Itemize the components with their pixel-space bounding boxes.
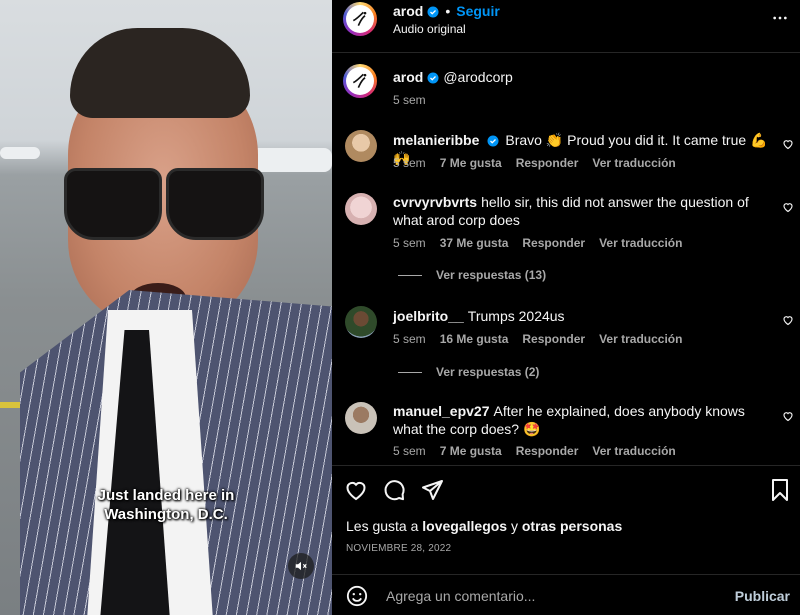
- bookmark-icon: [772, 479, 788, 501]
- comment-bubble-icon: [384, 480, 405, 501]
- post-actions: [344, 478, 444, 502]
- liked-by-others[interactable]: otras personas: [522, 518, 622, 534]
- comment-likes[interactable]: 37 Me gusta: [440, 236, 509, 250]
- reply-button[interactable]: Responder: [522, 332, 585, 346]
- comment-time: 5 sem: [393, 332, 426, 346]
- comment-time: 5 sem: [393, 156, 426, 170]
- header-divider: [332, 52, 800, 53]
- reply-button[interactable]: Responder: [516, 444, 579, 458]
- send-icon: [422, 480, 443, 500]
- more-options-button[interactable]: [772, 10, 788, 26]
- commenter-avatar[interactable]: [345, 402, 377, 434]
- comment-likes[interactable]: 7 Me gusta: [440, 156, 502, 170]
- view-replies-button[interactable]: Ver respuestas (2): [398, 365, 539, 379]
- commenter-avatar[interactable]: [345, 130, 377, 162]
- audio-label[interactable]: Audio original: [393, 22, 466, 36]
- liked-by-user[interactable]: lovegallegos: [422, 518, 507, 534]
- translate-button[interactable]: Ver traducción: [599, 332, 682, 346]
- reply-button[interactable]: Responder: [516, 156, 579, 170]
- follow-button[interactable]: Seguir: [456, 3, 500, 19]
- emoji-icon: [346, 585, 368, 607]
- heart-icon: [783, 412, 793, 422]
- publish-button[interactable]: Publicar: [735, 588, 790, 604]
- comment-username[interactable]: manuel_epv27: [393, 403, 490, 419]
- post-date: NOVIEMBRE 28, 2022: [346, 543, 452, 554]
- comment-meta: 5 sem 37 Me gusta Responder Ver traducción: [393, 236, 696, 250]
- mute-button[interactable]: [288, 553, 314, 579]
- comment-button[interactable]: [382, 478, 406, 502]
- airplane-left: [0, 147, 40, 159]
- reply-button[interactable]: Responder: [522, 236, 585, 250]
- verified-badge-icon: [427, 72, 439, 84]
- heart-icon: [346, 482, 366, 501]
- commenter-avatar[interactable]: [345, 193, 377, 225]
- comment-text: Trumps 2024us: [467, 308, 565, 324]
- like-comment-button[interactable]: [782, 410, 794, 422]
- header-user: arod • Seguir: [393, 3, 500, 19]
- comment-time: 5 sem: [393, 444, 426, 458]
- post-timestamp: 5 sem: [393, 93, 426, 107]
- header-username[interactable]: arod: [393, 3, 423, 19]
- like-comment-button[interactable]: [782, 314, 794, 326]
- sunglasses: [60, 168, 265, 240]
- translate-button[interactable]: Ver traducción: [592, 444, 675, 458]
- post-caption: arod @arodcorp: [393, 69, 513, 85]
- comment-meta: 5 sem 16 Me gusta Responder Ver traducción: [393, 332, 696, 346]
- view-replies-button[interactable]: Ver respuestas (13): [398, 268, 546, 282]
- comment-likes[interactable]: 7 Me gusta: [440, 444, 502, 458]
- post-panel: arod • Seguir Audio original arod @arodcorp…: [332, 0, 800, 615]
- translate-button[interactable]: Ver traducción: [592, 156, 675, 170]
- comment-meta: 5 sem 7 Me gusta Responder Ver traducción: [393, 444, 690, 458]
- post-username[interactable]: arod: [393, 69, 423, 85]
- comment-box: Publicar: [332, 575, 800, 615]
- likes-summary: Les gusta a lovegallegos y otras persona…: [346, 518, 623, 534]
- save-button[interactable]: [768, 478, 792, 502]
- emoji-button[interactable]: [346, 585, 368, 607]
- heart-icon: [783, 316, 793, 326]
- share-button[interactable]: [420, 478, 444, 502]
- comment-username[interactable]: melanieribbe: [393, 132, 479, 148]
- reel-video[interactable]: Just landed here in Washington, D.C.: [0, 0, 332, 615]
- speaker-muted-icon: [295, 561, 307, 571]
- commenter-avatar[interactable]: [345, 306, 377, 338]
- verified-badge-icon: [487, 135, 499, 147]
- comment-username[interactable]: cvrvyrvbvrts: [393, 194, 477, 210]
- arod-logo-icon: [352, 73, 367, 89]
- like-button[interactable]: [344, 478, 368, 502]
- verified-badge-icon: [427, 6, 439, 18]
- arod-logo-icon: [352, 11, 367, 27]
- post-avatar[interactable]: [343, 64, 377, 98]
- more-options-icon: [773, 16, 787, 20]
- translate-button[interactable]: Ver traducción: [599, 236, 682, 250]
- comment-likes[interactable]: 16 Me gusta: [440, 332, 509, 346]
- heart-icon: [783, 203, 793, 213]
- heart-icon: [783, 140, 793, 150]
- like-comment-button[interactable]: [782, 201, 794, 213]
- comment-meta: 5 sem 7 Me gusta Responder Ver traducción: [393, 156, 690, 170]
- header-avatar[interactable]: [343, 2, 377, 36]
- comment-time: 5 sem: [393, 236, 426, 250]
- comment-username[interactable]: joelbrito__: [393, 308, 464, 324]
- comment-input[interactable]: [384, 584, 728, 608]
- comments-divider: [332, 465, 800, 466]
- video-caption: Just landed here in Washington, D.C.: [97, 487, 235, 523]
- like-comment-button[interactable]: [782, 138, 794, 150]
- post-mention[interactable]: @arodcorp: [443, 69, 512, 85]
